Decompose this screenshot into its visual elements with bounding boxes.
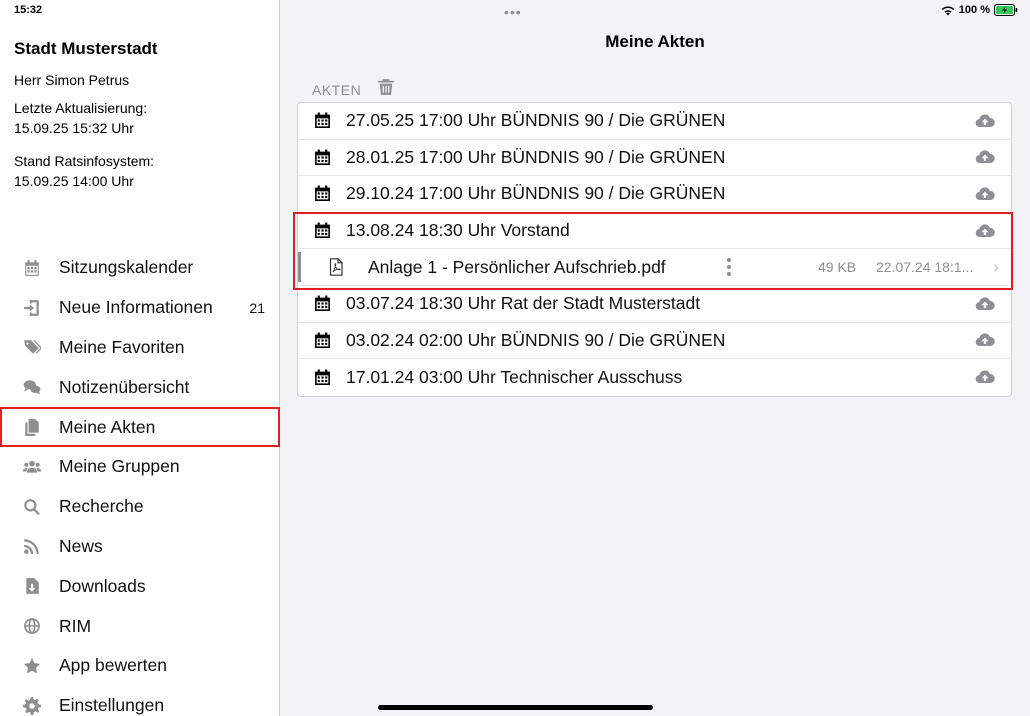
akte-row[interactable]: 27.05.25 17:00 Uhr BÜNDNIS 90 / Die GRÜN…: [298, 103, 1011, 140]
akte-title: 28.01.25 17:00 Uhr BÜNDNIS 90 / Die GRÜN…: [346, 146, 726, 167]
cloud-upload-icon[interactable]: [975, 113, 995, 129]
sidebar-item-app-bewerten[interactable]: App bewerten: [0, 646, 280, 686]
file-download-icon: [22, 576, 42, 596]
tags-icon: [22, 337, 42, 357]
gear-icon: [22, 696, 42, 716]
sidebar-item-label: Sitzungskalender: [59, 257, 194, 278]
attachment-name: Anlage 1 - Persönlicher Aufschrieb.pdf: [368, 256, 666, 277]
users-icon: [22, 457, 42, 477]
sidebar-item-label: Recherche: [59, 496, 144, 517]
rss-icon: [22, 536, 42, 556]
sidebar-item-news[interactable]: News: [0, 527, 280, 567]
trash-icon[interactable]: [377, 78, 395, 101]
akten-list: 27.05.25 17:00 Uhr BÜNDNIS 90 / Die GRÜN…: [297, 102, 1012, 397]
calendar-icon: [314, 185, 331, 202]
sidebar-item-label: Einstellungen: [59, 695, 165, 716]
more-options-icon[interactable]: [726, 258, 732, 277]
akte-title: 03.07.24 18:30 Uhr Rat der Stadt Musters…: [346, 293, 701, 314]
page-title: Meine Akten: [605, 32, 705, 51]
akte-row[interactable]: 17.01.24 03:00 Uhr Technischer Ausschuss: [298, 359, 1011, 396]
pdf-file-icon: [328, 258, 344, 276]
battery-charging-icon: [994, 4, 1018, 16]
sidebar: 15:32 Stadt Musterstadt Herr Simon Petru…: [0, 0, 280, 716]
attachment-date: 22.07.24 18:1...: [876, 259, 974, 276]
sidebar-item-label: Meine Favoriten: [59, 336, 185, 357]
chevron-right-icon[interactable]: ›: [993, 257, 999, 278]
user-name: Herr Simon Petrus: [14, 72, 130, 88]
calendar-icon: [314, 369, 331, 386]
sidebar-item-meine-akten[interactable]: Meine Akten: [0, 407, 280, 447]
multitasking-dots[interactable]: •••: [504, 4, 522, 20]
cloud-upload-icon[interactable]: [975, 186, 995, 202]
last-update-info: Letzte Aktualisierung: 15.09.25 15:32 Uh…: [14, 98, 147, 138]
status-time: 15:32: [14, 4, 43, 16]
status-bar-right: 100 %: [941, 4, 1018, 16]
calendar-icon: [314, 149, 331, 166]
sidebar-item-label: Meine Akten: [59, 416, 156, 437]
cloud-upload-icon[interactable]: [975, 296, 995, 312]
cloud-upload-icon[interactable]: [975, 149, 995, 165]
akte-row-expanded[interactable]: 13.08.24 18:30 Uhr Vorstand: [298, 213, 1011, 250]
sidebar-item-label: RIM: [59, 615, 92, 636]
sidebar-item-label: Downloads: [59, 575, 146, 596]
sidebar-item-meine-favoriten[interactable]: Meine Favoriten: [0, 328, 280, 368]
calendar-icon: [22, 258, 42, 278]
indent-bar: [298, 252, 301, 282]
cloud-upload-icon[interactable]: [975, 223, 995, 239]
new-info-count: 21: [249, 299, 265, 316]
sidebar-nav: Sitzungskalender Neue Informationen 21 M…: [0, 248, 280, 716]
akte-row[interactable]: 28.01.25 17:00 Uhr BÜNDNIS 90 / Die GRÜN…: [298, 140, 1011, 177]
sidebar-item-recherche[interactable]: Recherche: [0, 487, 280, 527]
akte-title: 17.01.24 03:00 Uhr Technischer Ausschuss: [346, 366, 683, 387]
sign-in-icon: [22, 298, 42, 318]
sidebar-item-notizenuebersicht[interactable]: Notizenübersicht: [0, 367, 280, 407]
sidebar-item-sitzungskalender[interactable]: Sitzungskalender: [0, 248, 280, 288]
sidebar-item-label: App bewerten: [59, 655, 167, 676]
cloud-upload-icon[interactable]: [975, 332, 995, 348]
sidebar-item-einstellungen[interactable]: Einstellungen: [0, 686, 280, 716]
sidebar-item-neue-informationen[interactable]: Neue Informationen 21: [0, 288, 280, 328]
battery-percent: 100 %: [958, 4, 990, 16]
attachment-size: 49 KB: [818, 259, 857, 276]
section-title: AKTEN: [312, 81, 362, 98]
globe-icon: [22, 616, 42, 636]
comments-icon: [22, 377, 42, 397]
sidebar-item-label: Neue Informationen: [59, 297, 213, 318]
akte-row[interactable]: 29.10.24 17:00 Uhr BÜNDNIS 90 / Die GRÜN…: [298, 176, 1011, 213]
akte-row[interactable]: 03.07.24 18:30 Uhr Rat der Stadt Musters…: [298, 286, 1011, 323]
akte-row[interactable]: 03.02.24 02:00 Uhr BÜNDNIS 90 / Die GRÜN…: [298, 323, 1011, 360]
akte-title: 13.08.24 18:30 Uhr Vorstand: [346, 220, 570, 241]
calendar-icon: [314, 112, 331, 129]
org-name: Stadt Musterstadt: [14, 39, 158, 58]
sidebar-item-rim[interactable]: RIM: [0, 606, 280, 646]
section-header: AKTEN: [312, 78, 395, 101]
last-update-value: 15.09.25 15:32 Uhr: [14, 120, 134, 136]
files-icon: [22, 417, 42, 437]
main-panel: ••• 100 % Meine Akten AKTEN 27.05.25 17:…: [280, 0, 1030, 716]
star-icon: [22, 656, 42, 676]
sidebar-item-label: News: [59, 535, 103, 556]
akte-title: 03.02.24 02:00 Uhr BÜNDNIS 90 / Die GRÜN…: [346, 329, 726, 350]
calendar-icon: [314, 222, 331, 239]
attachment-row[interactable]: Anlage 1 - Persönlicher Aufschrieb.pdf 4…: [298, 249, 1011, 286]
home-indicator[interactable]: [378, 705, 653, 710]
sidebar-item-label: Meine Gruppen: [59, 456, 180, 477]
ris-value: 15.09.25 14:00 Uhr: [14, 173, 134, 189]
search-icon: [22, 497, 42, 517]
sidebar-item-label: Notizenübersicht: [59, 376, 190, 397]
sidebar-item-meine-gruppen[interactable]: Meine Gruppen: [0, 447, 280, 487]
akte-title: 27.05.25 17:00 Uhr BÜNDNIS 90 / Die GRÜN…: [346, 110, 726, 131]
ris-info: Stand Ratsinfosystem: 15.09.25 14:00 Uhr: [14, 151, 154, 191]
akte-title: 29.10.24 17:00 Uhr BÜNDNIS 90 / Die GRÜN…: [346, 183, 726, 204]
calendar-icon: [314, 295, 331, 312]
last-update-label: Letzte Aktualisierung:: [14, 100, 148, 116]
calendar-icon: [314, 332, 331, 349]
cloud-upload-icon[interactable]: [975, 369, 995, 385]
sidebar-item-downloads[interactable]: Downloads: [0, 566, 280, 606]
wifi-icon: [941, 5, 955, 16]
ris-label: Stand Ratsinfosystem:: [14, 153, 155, 169]
